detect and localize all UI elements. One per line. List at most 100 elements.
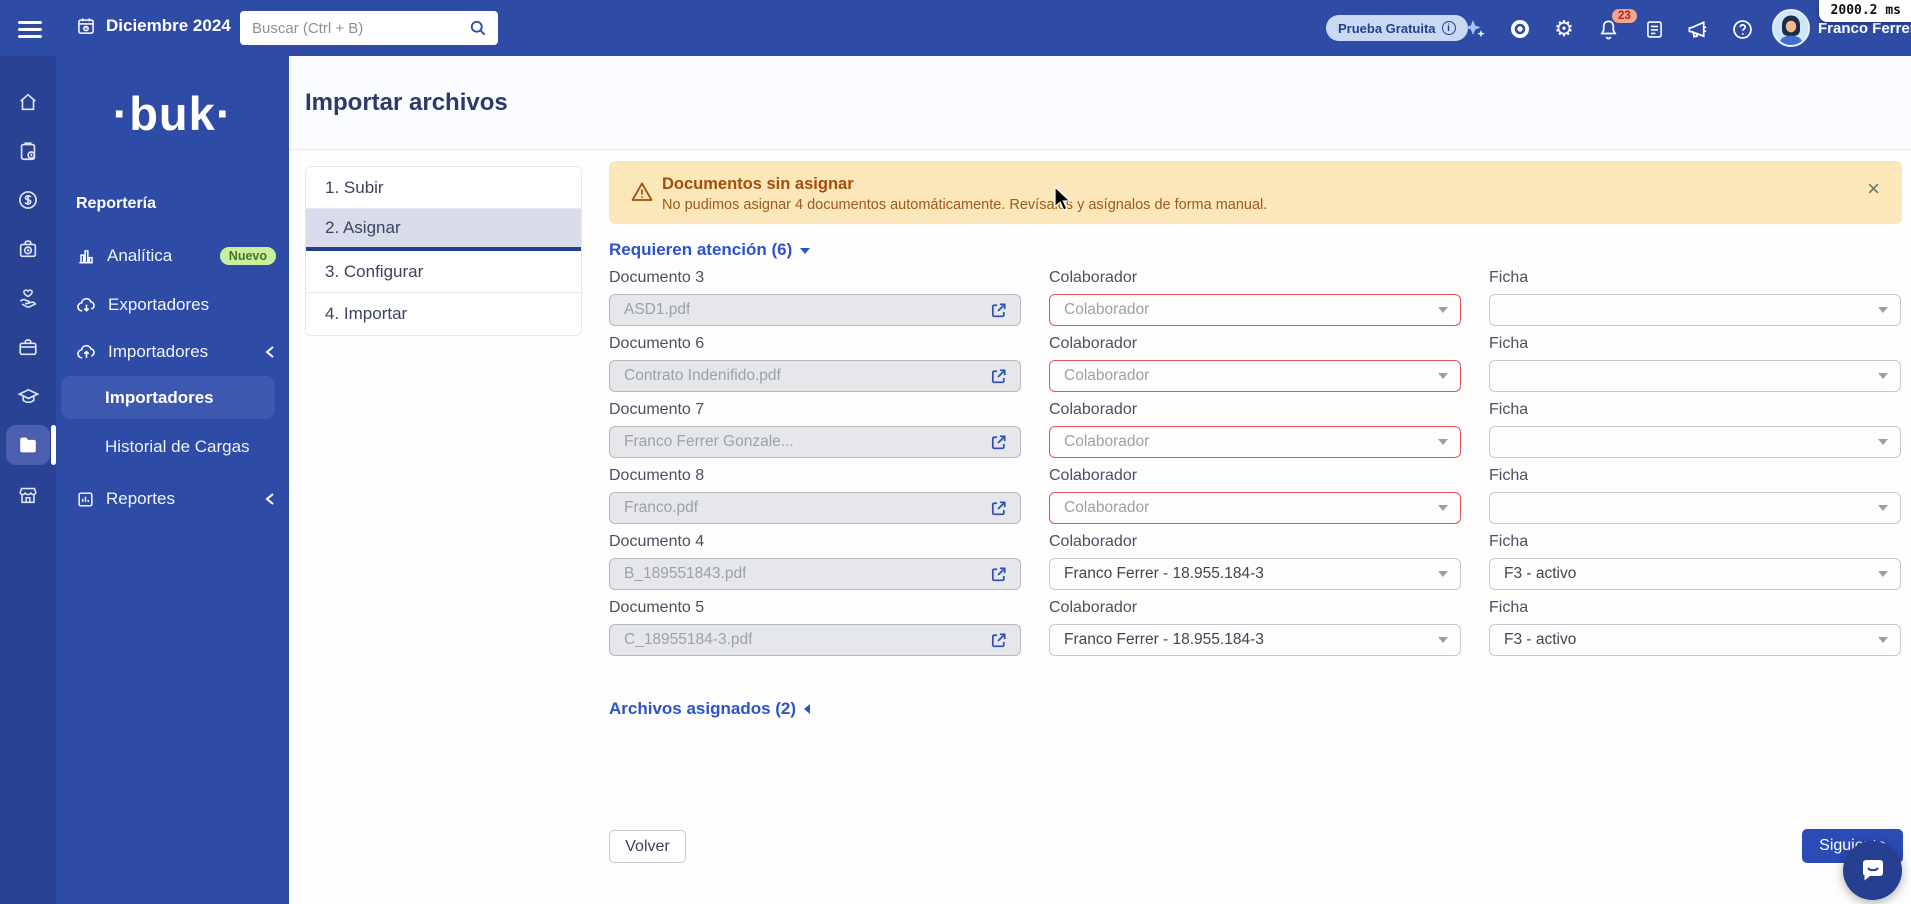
changelog-icon[interactable] xyxy=(1641,16,1667,42)
chevron-down-icon xyxy=(1438,637,1448,643)
doc-cell: Documento 4 B_189551843.pdf xyxy=(609,533,1021,590)
chevron-down-icon xyxy=(1438,439,1448,445)
preview-mode-icon[interactable] xyxy=(1507,16,1533,42)
ficha-select[interactable]: F3 - activo xyxy=(1489,558,1901,590)
sidebar-item-analitica[interactable]: Analítica Nuevo xyxy=(76,241,276,271)
colaborador-select[interactable]: Colaborador xyxy=(1049,360,1461,392)
external-link-icon[interactable] xyxy=(989,565,1008,584)
sidebar-item-importadores[interactable]: Importadores xyxy=(76,337,276,367)
sparkles-icon[interactable] xyxy=(1462,16,1488,42)
sidebar-item-reportes[interactable]: Reportes xyxy=(76,484,276,514)
warning-title: Documentos sin asignar xyxy=(662,175,854,193)
nuevo-badge: Nuevo xyxy=(219,247,276,265)
chevron-down-icon xyxy=(1438,373,1448,379)
rail-attendance-icon[interactable] xyxy=(6,229,50,269)
rail-talent-icon[interactable] xyxy=(6,327,50,367)
ficha-select[interactable] xyxy=(1489,294,1901,326)
sidebar: ·buk· Reportería Analítica Nuevo Exporta… xyxy=(56,56,289,904)
report-chart-icon xyxy=(76,490,95,509)
chevron-left-icon[interactable] xyxy=(264,492,276,506)
buk-logo: ·buk· xyxy=(112,87,233,140)
external-link-icon[interactable] xyxy=(989,631,1008,650)
colaborador-cell: Colaborador Colaborador xyxy=(1049,401,1461,458)
latency-tooltip: 2000.2 ms xyxy=(1818,0,1911,22)
document-file-field: ASD1.pdf xyxy=(609,294,1021,326)
colaborador-select[interactable]: Franco Ferrer - 18.955.184-3 xyxy=(1049,558,1461,590)
rail-benefits-icon[interactable] xyxy=(6,278,50,318)
rail-marketplace-icon[interactable] xyxy=(6,475,50,515)
close-icon[interactable]: × xyxy=(1867,178,1880,200)
step-configurar[interactable]: 3. Configurar xyxy=(306,251,581,293)
ficha-select[interactable]: F3 - activo xyxy=(1489,624,1901,656)
trial-badge[interactable]: Prueba Gratuita i xyxy=(1326,15,1468,41)
chevron-down-icon xyxy=(1878,373,1888,379)
sidebar-section-title: Reportería xyxy=(76,195,157,212)
step-importar[interactable]: 4. Importar xyxy=(306,293,581,335)
external-link-icon[interactable] xyxy=(989,301,1008,320)
chevron-left-icon[interactable] xyxy=(264,345,276,359)
ficha-cell: Ficha xyxy=(1489,335,1901,392)
wizard-steps: 1. Subir 2. Asignar 3. Configurar 4. Imp… xyxy=(305,166,582,336)
notification-count-badge: 23 xyxy=(1612,9,1637,23)
search-input[interactable] xyxy=(252,19,468,37)
doc-cell: Documento 8 Franco.pdf xyxy=(609,467,1021,524)
colaborador-select[interactable]: Colaborador xyxy=(1049,492,1461,524)
doc-cell: Documento 6 Contrato Indenifido.pdf xyxy=(609,335,1021,392)
ficha-cell: Ficha F3 - activo xyxy=(1489,533,1901,590)
rail-learning-icon[interactable] xyxy=(6,376,50,416)
user-name[interactable]: Franco Ferrer xyxy=(1818,20,1911,37)
chevron-down-icon xyxy=(1878,307,1888,313)
rail-payroll-icon[interactable] xyxy=(6,180,50,220)
attention-section-toggle[interactable]: Requieren atención (6) xyxy=(609,240,811,260)
colaborador-select[interactable]: Colaborador xyxy=(1049,294,1461,326)
external-link-icon[interactable] xyxy=(989,499,1008,518)
chevron-down-icon xyxy=(1878,505,1888,511)
icon-rail xyxy=(0,56,56,904)
external-link-icon[interactable] xyxy=(989,433,1008,452)
ficha-select[interactable] xyxy=(1489,492,1901,524)
chevron-down-icon xyxy=(800,248,811,254)
menu-hamburger-icon[interactable] xyxy=(18,17,42,39)
step-asignar-active[interactable]: 2. Asignar xyxy=(306,209,581,251)
period-selector[interactable]: Diciembre 2024 xyxy=(106,16,231,36)
rail-documents-folder-icon[interactable] xyxy=(6,425,50,465)
warning-banner: Documentos sin asignar No pudimos asigna… xyxy=(609,161,1902,224)
colaborador-cell: Colaborador Franco Ferrer - 18.955.184-3 xyxy=(1049,599,1461,656)
info-icon: i xyxy=(1441,21,1456,35)
user-avatar[interactable] xyxy=(1772,9,1810,47)
sidebar-subitem-importadores-active[interactable]: Importadores xyxy=(61,376,275,419)
back-button[interactable]: Volver xyxy=(609,830,686,863)
calendar-icon[interactable] xyxy=(76,16,96,36)
colaborador-select[interactable]: Franco Ferrer - 18.955.184-3 xyxy=(1049,624,1461,656)
chevron-down-icon xyxy=(1438,505,1448,511)
cloud-upload-icon xyxy=(76,342,97,363)
chat-widget-button[interactable] xyxy=(1843,841,1902,900)
rail-home-icon[interactable] xyxy=(6,82,50,122)
app-root: Diciembre 2024 Prueba Gratuita i ⚙ 23 xyxy=(0,0,1911,904)
sidebar-subitem-historial[interactable]: Historial de Cargas xyxy=(105,433,250,461)
colaborador-cell: Colaborador Colaborador xyxy=(1049,335,1461,392)
settings-gear-icon[interactable]: ⚙ xyxy=(1551,16,1577,42)
doc-cell: Documento 3 ASD1.pdf xyxy=(609,269,1021,326)
ficha-cell: Ficha xyxy=(1489,401,1901,458)
announcements-megaphone-icon[interactable] xyxy=(1684,16,1710,42)
ficha-select[interactable] xyxy=(1489,360,1901,392)
global-search[interactable] xyxy=(240,11,498,45)
colaborador-select[interactable]: Colaborador xyxy=(1049,426,1461,458)
assigned-section-toggle[interactable]: Archivos asignados (2) xyxy=(609,699,811,719)
ficha-select[interactable] xyxy=(1489,426,1901,458)
external-link-icon[interactable] xyxy=(989,367,1008,386)
cloud-download-icon xyxy=(76,295,97,316)
document-file-field: C_18955184-3.pdf xyxy=(609,624,1021,656)
colaborador-cell: Colaborador Franco Ferrer - 18.955.184-3 xyxy=(1049,533,1461,590)
rail-tasks-icon[interactable] xyxy=(6,131,50,171)
sidebar-item-exportadores[interactable]: Exportadores xyxy=(76,290,276,320)
help-icon[interactable] xyxy=(1729,16,1755,42)
chevron-down-icon xyxy=(1438,571,1448,577)
step-subir[interactable]: 1. Subir xyxy=(306,167,581,209)
doc-cell: Documento 5 C_18955184-3.pdf xyxy=(609,599,1021,656)
warning-body: No pudimos asignar 4 documentos automáti… xyxy=(662,197,1268,213)
chevron-down-icon xyxy=(1878,571,1888,577)
search-icon[interactable] xyxy=(468,18,488,38)
chevron-down-icon xyxy=(1878,439,1888,445)
